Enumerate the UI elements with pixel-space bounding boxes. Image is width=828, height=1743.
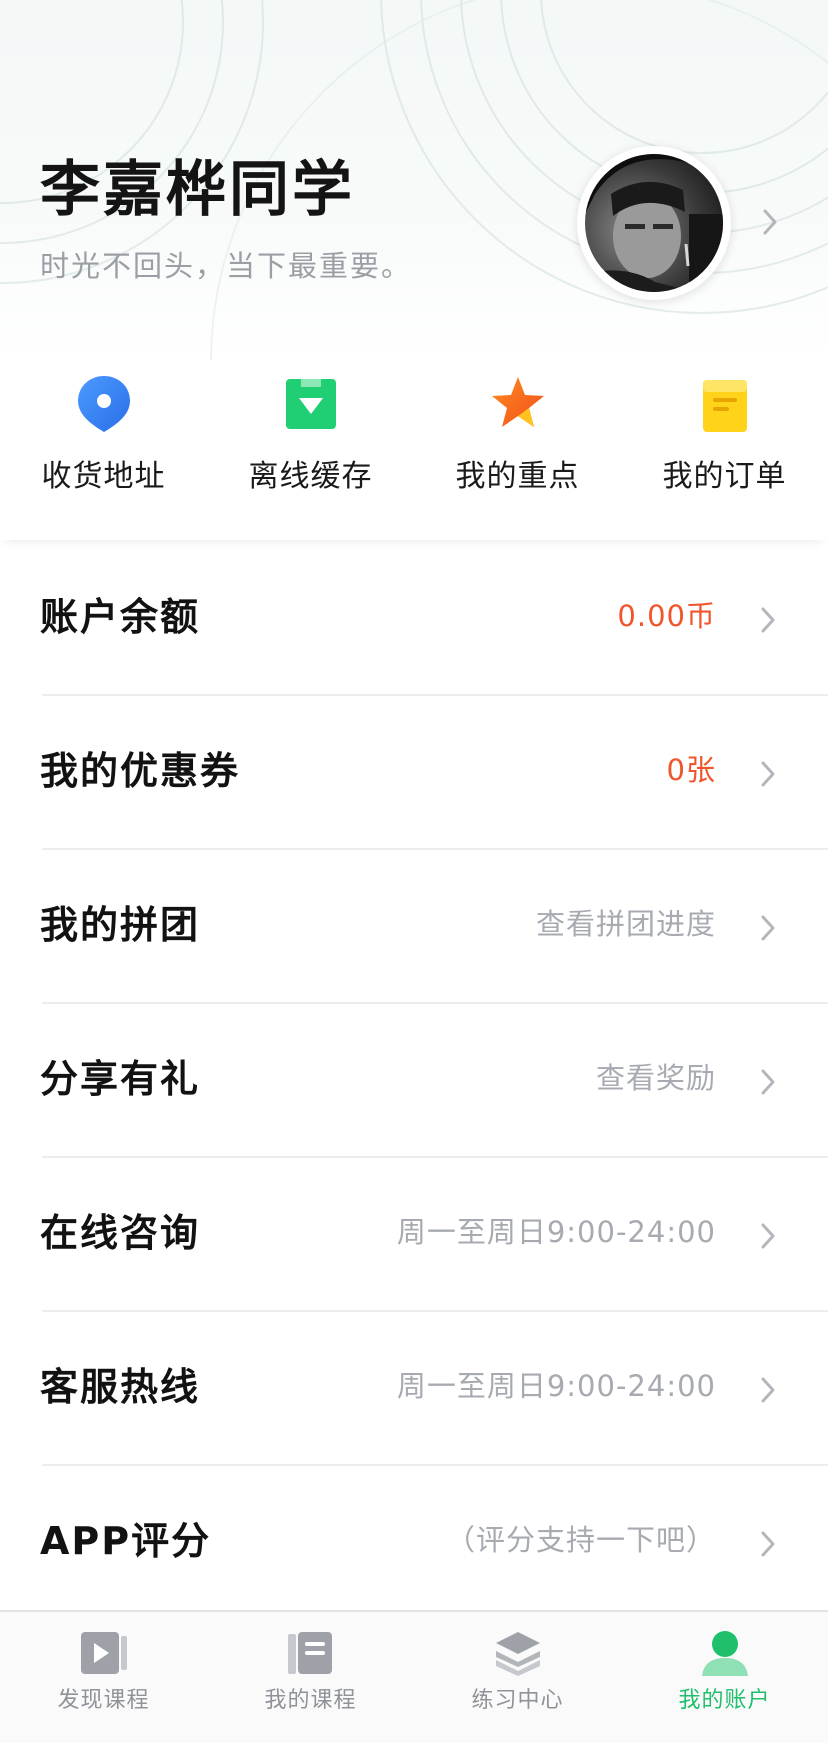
location-pin-icon — [78, 376, 130, 432]
quick-action-address[interactable]: 收货地址 — [0, 360, 207, 540]
menu-item-value: 查看奖励 — [595, 1061, 716, 1095]
quick-action-orders[interactable]: 我的订单 — [621, 360, 828, 540]
book-icon — [288, 1632, 332, 1674]
quick-actions-bar: 收货地址 离线缓存 我的重点 我的订单 — [0, 360, 828, 540]
menu-item-share-reward[interactable]: 分享有礼 查看奖励 — [0, 1004, 828, 1158]
chevron-right-icon — [761, 1069, 775, 1095]
menu-item-app-rating[interactable]: APP评分 （评分支持一下吧） — [0, 1466, 828, 1620]
menu-item-title: 我的优惠券 — [40, 749, 241, 793]
quick-action-key-points[interactable]: 我的重点 — [414, 360, 621, 540]
menu-item-value: 周一至周日9:00-24:00 — [396, 1215, 716, 1249]
profile-header: 李嘉桦同学 时光不回头，当下最重要。 — [0, 0, 828, 360]
chevron-right-icon[interactable] — [762, 208, 778, 236]
chevron-right-icon — [761, 761, 775, 787]
chevron-right-icon — [761, 607, 775, 633]
tab-label: 我的课程 — [264, 1688, 357, 1713]
user-icon — [702, 1631, 748, 1676]
menu-item-group-buy[interactable]: 我的拼团 查看拼团进度 — [0, 850, 828, 1004]
tab-my-courses[interactable]: 我的课程 — [207, 1612, 414, 1743]
chevron-right-icon — [761, 1223, 775, 1249]
profile-name[interactable]: 李嘉桦同学 — [40, 160, 355, 220]
menu-item-title: 分享有礼 — [40, 1057, 201, 1101]
download-box-icon — [286, 379, 336, 429]
menu-item-value: 0.00币 — [617, 599, 716, 633]
menu-item-value: 周一至周日9:00-24:00 — [396, 1369, 716, 1403]
quick-action-label: 离线缓存 — [248, 459, 373, 494]
bottom-tab-bar: 发现课程 我的课程 练习中心 我的账户 — [0, 1610, 828, 1743]
account-menu: 账户余额 0.00币 我的优惠券 0张 我的拼团 查看拼团进度 分享有礼 查看奖… — [0, 542, 828, 1620]
menu-item-title: 账户余额 — [40, 595, 201, 639]
order-clipboard-icon — [703, 380, 747, 432]
tab-discover-courses[interactable]: 发现课程 — [0, 1612, 207, 1743]
profile-motto: 时光不回头，当下最重要。 — [40, 249, 413, 283]
chevron-right-icon — [761, 1377, 775, 1403]
menu-item-title: 我的拼团 — [40, 903, 201, 947]
menu-item-hotline[interactable]: 客服热线 周一至周日9:00-24:00 — [0, 1312, 828, 1466]
chevron-right-icon — [761, 1531, 775, 1557]
play-video-icon — [81, 1632, 127, 1674]
avatar-photo — [585, 154, 723, 292]
menu-item-title: APP评分 — [40, 1519, 212, 1563]
quick-action-label: 我的重点 — [455, 459, 580, 494]
quick-action-offline-cache[interactable]: 离线缓存 — [207, 360, 414, 540]
menu-item-value: 查看拼团进度 — [535, 907, 716, 941]
menu-item-coupons[interactable]: 我的优惠券 0张 — [0, 696, 828, 850]
layers-icon — [496, 1632, 540, 1676]
menu-item-value: （评分支持一下吧） — [445, 1523, 716, 1557]
tab-my-account[interactable]: 我的账户 — [621, 1612, 828, 1743]
menu-item-title: 客服热线 — [40, 1365, 201, 1409]
menu-item-balance[interactable]: 账户余额 0.00币 — [0, 542, 828, 696]
quick-action-label: 收货地址 — [41, 459, 166, 494]
avatar[interactable] — [577, 146, 731, 300]
star-icon — [492, 377, 544, 427]
tab-label: 练习中心 — [471, 1688, 564, 1713]
menu-item-online-consult[interactable]: 在线咨询 周一至周日9:00-24:00 — [0, 1158, 828, 1312]
tab-label: 发现课程 — [57, 1688, 150, 1713]
menu-item-title: 在线咨询 — [40, 1211, 201, 1255]
tab-label: 我的账户 — [678, 1688, 771, 1713]
quick-action-label: 我的订单 — [662, 459, 787, 494]
chevron-right-icon — [761, 915, 775, 941]
menu-item-value: 0张 — [666, 753, 716, 787]
tab-practice-center[interactable]: 练习中心 — [414, 1612, 621, 1743]
